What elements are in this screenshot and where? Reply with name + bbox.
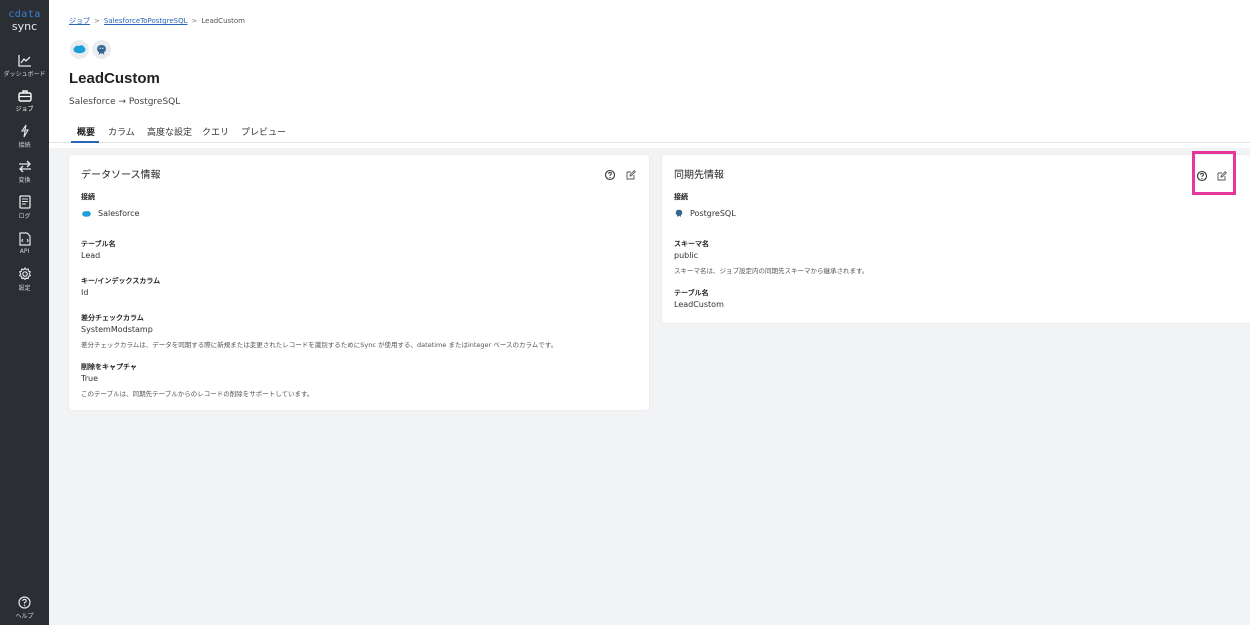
sidebar-item-api[interactable]: API xyxy=(0,232,49,255)
sidebar-item-connections[interactable]: 接続 xyxy=(0,124,49,149)
field-label-connection: 接続 xyxy=(674,193,688,201)
highlight-annotation xyxy=(1192,151,1236,195)
salesforce-icon xyxy=(70,40,89,59)
data-source-card: データソース情報 接続 Salesforce テーブル名 Lead キー/インデ… xyxy=(69,155,649,410)
field-note-capture-deletes: このテーブルは、同期先テーブルからのレコードの削除をサポートしています。 xyxy=(81,390,314,398)
field-value-connection: Salesforce xyxy=(81,209,139,218)
sidebar-item-label: API xyxy=(19,248,30,255)
card-title: データソース情報 xyxy=(81,170,161,181)
connection-name: PostgreSQL xyxy=(690,209,736,218)
sidebar-item-label: 設定 xyxy=(18,285,31,292)
field-label-table: テーブル名 xyxy=(81,240,116,248)
field-value-diff-column: SystemModstamp xyxy=(81,325,153,334)
field-value-capture-deletes: True xyxy=(81,374,98,383)
sidebar-item-label: ダッシュボード xyxy=(3,71,46,78)
field-value-table: LeadCustom xyxy=(674,300,724,309)
breadcrumb-current: LeadCustom xyxy=(201,17,245,25)
sidebar-item-jobs[interactable]: ジョブ xyxy=(0,89,49,113)
api-icon xyxy=(18,232,31,246)
field-note-schema: スキーマ名は、ジョブ設定内の同期先スキーマから継承されます。 xyxy=(674,267,869,275)
logo-text-sync: sync xyxy=(11,20,38,33)
sidebar-item-dashboard[interactable]: ダッシュボード xyxy=(0,54,49,78)
page-header: ジョブ > SalesforceToPostgreSQL > LeadCustom Le… xyxy=(49,0,1250,148)
sidebar-item-help[interactable]: ヘルプ xyxy=(0,596,49,620)
field-value-table: Lead xyxy=(81,251,101,260)
destination-card: 同期先情報 接続 PostgreSQL スキーマ名 public スキーマ名は、… xyxy=(662,155,1250,323)
page-subtitle: Salesforce → PostgreSQL xyxy=(69,97,181,107)
sidebar-item-settings[interactable]: 設定 xyxy=(0,267,49,292)
field-label-schema: スキーマ名 xyxy=(674,240,709,248)
field-label-diff-column: 差分チェックカラム xyxy=(81,314,144,322)
breadcrumb: ジョブ > SalesforceToPostgreSQL > LeadCustom xyxy=(69,16,245,26)
breadcrumb-separator: > xyxy=(191,17,198,25)
field-label-connection: 接続 xyxy=(81,193,95,201)
sidebar-item-transform[interactable]: 変換 xyxy=(0,160,49,184)
field-value-schema: public xyxy=(674,251,699,260)
tab-query[interactable]: クエリ xyxy=(202,125,229,138)
salesforce-icon xyxy=(82,210,91,217)
sidebar-item-label: ジョブ xyxy=(15,106,34,113)
plug-icon xyxy=(20,124,29,138)
card-title: 同期先情報 xyxy=(674,170,724,181)
briefcase-icon xyxy=(17,90,32,102)
field-value-connection: PostgreSQL xyxy=(674,209,736,218)
main-content: ジョブ > SalesforceToPostgreSQL > LeadCustom Le… xyxy=(49,0,1250,625)
app-logo[interactable]: cdata sync xyxy=(0,9,49,34)
field-label-key-column: キー/インデックスカラム xyxy=(81,277,161,285)
chart-line-icon xyxy=(17,55,31,67)
postgresql-icon xyxy=(92,40,111,59)
sidebar-item-label: 変換 xyxy=(18,177,31,184)
help-icon xyxy=(18,596,31,609)
sidebar-item-label: 接続 xyxy=(18,142,31,149)
sidebar-item-logs[interactable]: ログ xyxy=(0,195,49,220)
tab-advanced-settings[interactable]: 高度な設定 xyxy=(147,125,192,138)
breadcrumb-jobs-link[interactable]: ジョブ xyxy=(69,17,90,25)
tab-overview[interactable]: 概要 xyxy=(77,125,95,138)
sidebar-item-label: ログ xyxy=(18,213,31,220)
field-value-key-column: Id xyxy=(81,288,89,297)
sidebar-item-label: ヘルプ xyxy=(15,613,34,620)
help-icon[interactable] xyxy=(604,169,616,181)
tab-bar: 概要 カラム 高度な設定 クエリ プレビュー xyxy=(49,122,1250,143)
field-label-capture-deletes: 削除をキャプチャ xyxy=(81,363,137,371)
connection-name: Salesforce xyxy=(98,209,140,218)
breadcrumb-parent-link[interactable]: SalesforceToPostgreSQL xyxy=(104,17,188,25)
field-note-diff-column: 差分チェックカラムは、データを同期する際に新規または変更されたレコードを識別する… xyxy=(81,341,558,349)
tab-columns[interactable]: カラム xyxy=(108,125,135,138)
page-title: LeadCustom xyxy=(69,70,160,87)
arrows-icon xyxy=(18,160,31,173)
field-label-table: テーブル名 xyxy=(674,289,709,297)
tab-preview[interactable]: プレビュー xyxy=(241,125,286,138)
sidebar: cdata sync ダッシュボード ジョブ 接続 変換 ログ API 設定 ヘ… xyxy=(0,0,49,625)
gear-icon xyxy=(18,267,31,281)
logo-text-cdata: cdata xyxy=(8,9,41,20)
log-icon xyxy=(18,195,31,209)
edit-icon[interactable] xyxy=(625,169,637,181)
active-tab-indicator xyxy=(71,141,99,143)
breadcrumb-separator: > xyxy=(94,17,100,25)
postgresql-icon xyxy=(675,209,683,218)
